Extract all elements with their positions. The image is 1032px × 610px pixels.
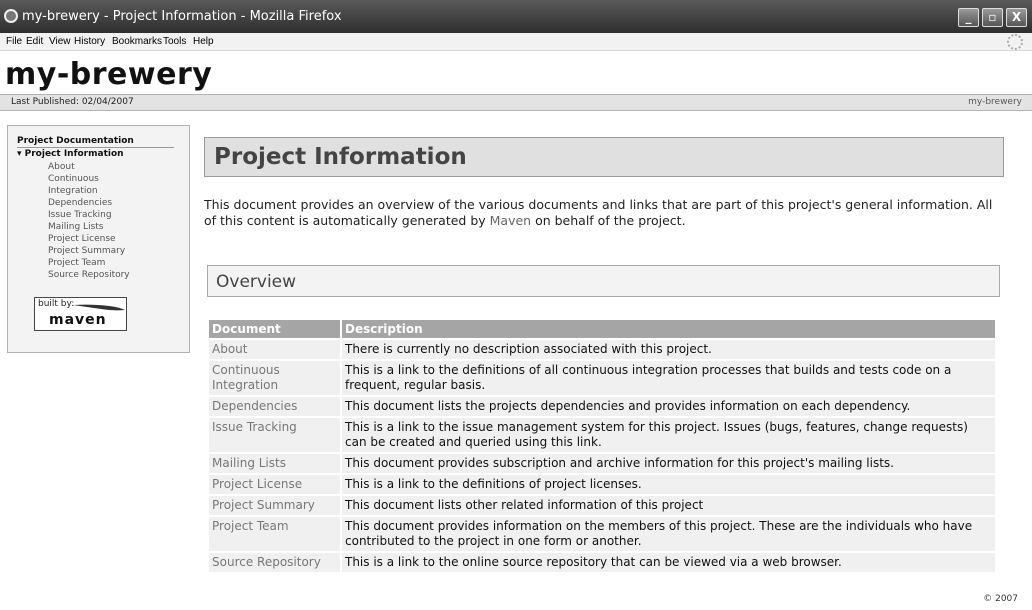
- site-title[interactable]: my-brewery: [5, 57, 212, 92]
- table-row: Dependencies This document lists the pro…: [209, 397, 995, 416]
- doc-description: This is a link to the online source repo…: [342, 553, 995, 572]
- table-row: Project Team This document provides info…: [209, 517, 995, 551]
- nav-item-dependencies[interactable]: Dependencies: [48, 197, 130, 209]
- col-header-document: Document: [209, 320, 340, 338]
- badge-built-by-text: built by:: [38, 299, 75, 309]
- menu-tools[interactable]: Tools: [163, 36, 186, 47]
- badge-maven-logo: maven: [49, 312, 107, 328]
- doc-link[interactable]: Dependencies: [209, 397, 340, 416]
- table-header-row: Document Description: [209, 320, 995, 338]
- firefox-icon: [4, 9, 18, 23]
- footer-copyright: © 2007: [983, 594, 1018, 604]
- menu-bookmarks[interactable]: Bookmarks: [112, 36, 162, 47]
- doc-link[interactable]: Continuous Integration: [209, 361, 340, 395]
- table-row: Source Repository This is a link to the …: [209, 553, 995, 572]
- table-row: Continuous Integration This is a link to…: [209, 361, 995, 395]
- nav-item-project-license[interactable]: Project License: [48, 233, 130, 245]
- minimize-button[interactable]: _: [958, 8, 979, 27]
- page-title-box: Project Information: [204, 137, 1004, 177]
- menu-bar: File Edit View History Bookmarks Tools H…: [0, 33, 1032, 51]
- doc-description: This document lists other related inform…: [342, 496, 995, 515]
- nav-item-issue-tracking[interactable]: Issue Tracking: [48, 209, 130, 221]
- table-row: Issue Tracking This is a link to the iss…: [209, 418, 995, 452]
- last-published: Last Published: 02/04/2007: [11, 97, 134, 107]
- table-row: Project Summary This document lists othe…: [209, 496, 995, 515]
- maven-link[interactable]: Maven: [490, 213, 531, 228]
- doc-description: This document provides subscription and …: [342, 454, 995, 473]
- doc-link[interactable]: About: [209, 340, 340, 359]
- left-nav: Project Documentation ▾ Project Informat…: [7, 125, 190, 353]
- nav-item-continuous-integration[interactable]: Continuous Integration: [48, 173, 118, 197]
- built-by-maven-badge[interactable]: built by: maven: [34, 297, 127, 331]
- doc-description: This is a link to the issue management s…: [342, 418, 995, 452]
- nav-section-project-information[interactable]: ▾ Project Information: [17, 149, 124, 159]
- close-button[interactable]: X: [1006, 8, 1027, 27]
- intro-text-end: on behalf of the project.: [531, 213, 686, 228]
- breadcrumb-bar: Last Published: 02/04/2007 my-brewery: [0, 94, 1032, 111]
- nav-item-project-summary[interactable]: Project Summary: [48, 245, 130, 257]
- breadcrumb-link[interactable]: my-brewery: [968, 97, 1022, 107]
- throbber-icon: [1007, 34, 1023, 50]
- nav-items: About Continuous Integration Dependencie…: [48, 161, 130, 281]
- window-titlebar: my-brewery - Project Information - Mozil…: [0, 0, 1032, 33]
- doc-description: This is a link to the definitions of pro…: [342, 475, 995, 494]
- doc-description: There is currently no description associ…: [342, 340, 995, 359]
- doc-description: This document lists the projects depende…: [342, 397, 995, 416]
- nav-item-mailing-lists[interactable]: Mailing Lists: [48, 221, 130, 233]
- doc-link[interactable]: Project Team: [209, 517, 340, 551]
- doc-link[interactable]: Issue Tracking: [209, 418, 340, 452]
- overview-table: Document Description About There is curr…: [207, 318, 997, 574]
- nav-heading: Project Documentation: [17, 136, 174, 148]
- page-title: Project Information: [214, 144, 467, 170]
- nav-item-source-repository[interactable]: Source Repository: [48, 269, 130, 281]
- menu-view[interactable]: View: [49, 36, 71, 47]
- menu-help[interactable]: Help: [193, 36, 214, 47]
- nav-item-about[interactable]: About: [48, 161, 130, 173]
- doc-link[interactable]: Project License: [209, 475, 340, 494]
- overview-heading: Overview: [216, 272, 297, 292]
- menu-history[interactable]: History: [74, 36, 105, 47]
- doc-link[interactable]: Mailing Lists: [209, 454, 340, 473]
- table-row: Project License This is a link to the de…: [209, 475, 995, 494]
- doc-link[interactable]: Project Summary: [209, 496, 340, 515]
- col-header-description: Description: [342, 320, 995, 338]
- intro-paragraph: This document provides an overview of th…: [204, 197, 1004, 229]
- doc-link[interactable]: Source Repository: [209, 553, 340, 572]
- table-row: Mailing Lists This document provides sub…: [209, 454, 995, 473]
- menu-edit[interactable]: Edit: [26, 36, 43, 47]
- overview-heading-box: Overview: [207, 265, 1000, 297]
- doc-description: This is a link to the definitions of all…: [342, 361, 995, 395]
- window-title: my-brewery - Project Information - Mozil…: [22, 9, 342, 24]
- feather-icon: [73, 304, 125, 311]
- menu-file[interactable]: File: [6, 36, 22, 47]
- doc-description: This document provides information on th…: [342, 517, 995, 551]
- table-row: About There is currently no description …: [209, 340, 995, 359]
- nav-item-project-team[interactable]: Project Team: [48, 257, 130, 269]
- maximize-button[interactable]: ▫: [982, 8, 1003, 27]
